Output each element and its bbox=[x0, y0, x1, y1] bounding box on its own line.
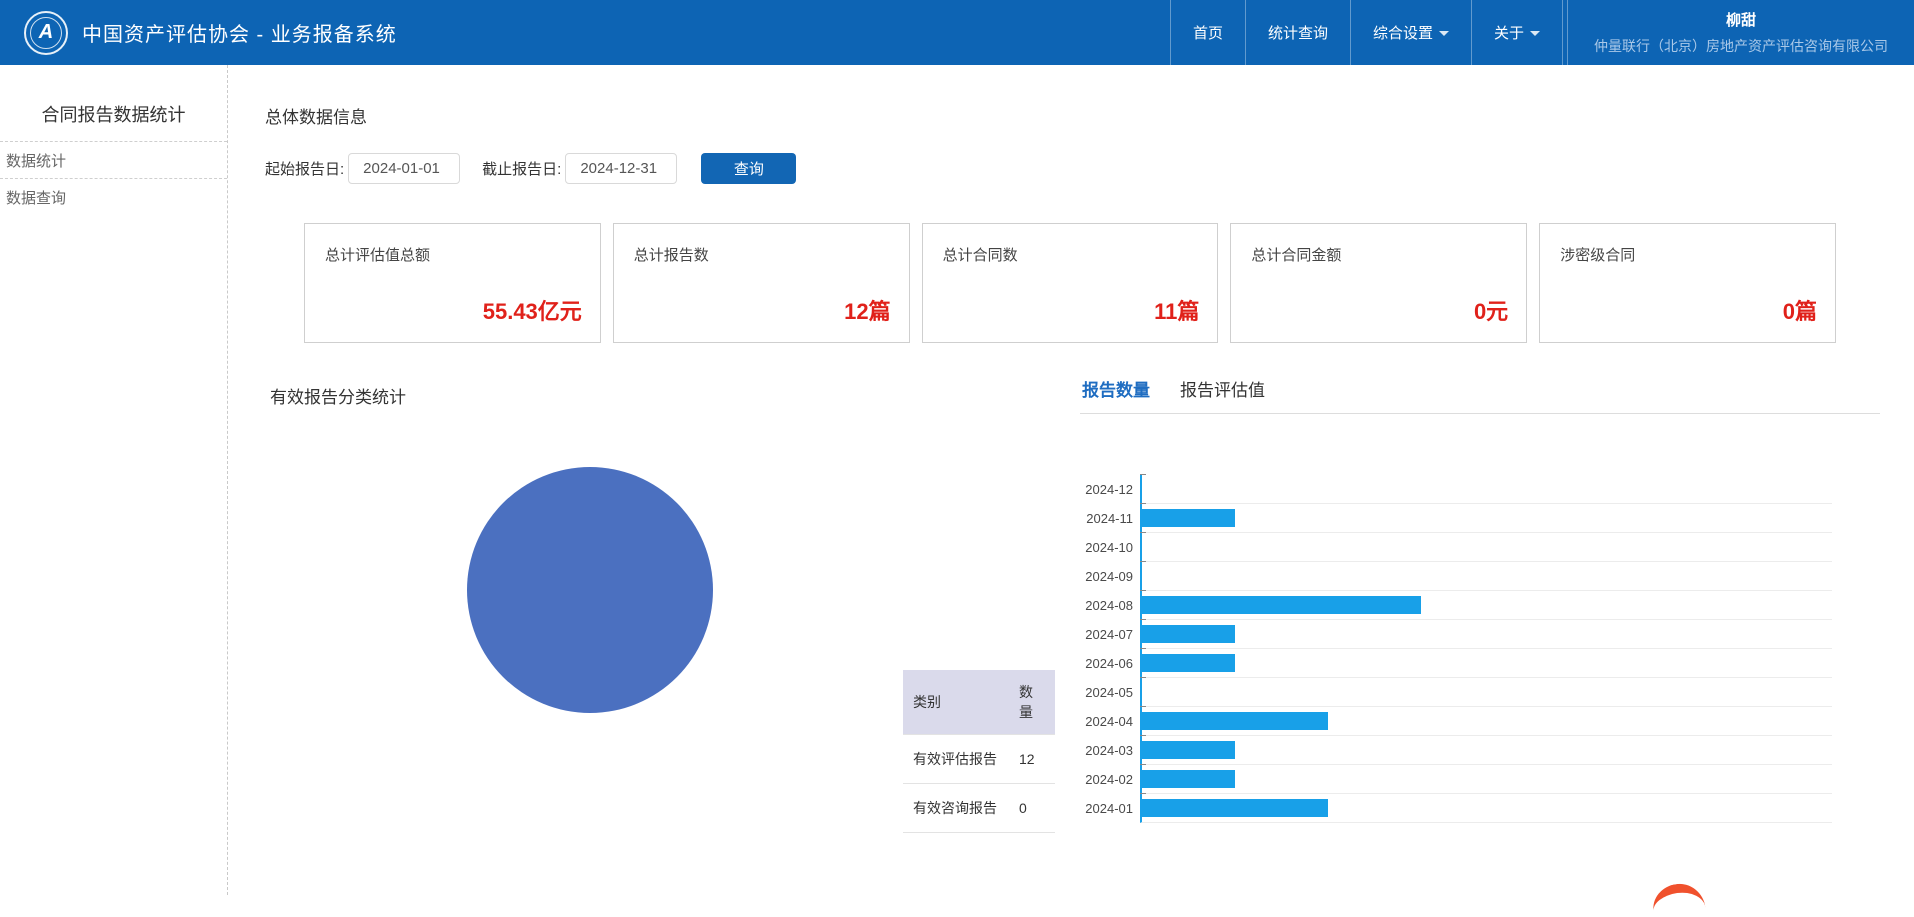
user-company: 仲量联行（北京）房地产资产评估咨询有限公司 bbox=[1594, 38, 1888, 54]
sidebar-item-data-statistics[interactable]: 数据统计 bbox=[0, 141, 227, 178]
sidebar-item-data-query[interactable]: 数据查询 bbox=[0, 178, 227, 215]
brand: A 中国资产评估协会 - 业务报备系统 bbox=[24, 0, 397, 65]
bar-row: 2024-10 bbox=[1080, 532, 1832, 562]
user-block[interactable]: 柳甜 仲量联行（北京）房地产资产评估咨询有限公司 bbox=[1567, 0, 1914, 65]
chart-tabs-wrap: 报告数量 报告评估值 bbox=[1080, 376, 1880, 414]
bar-row: 2024-06 bbox=[1080, 648, 1832, 678]
col-header-category: 类别 bbox=[903, 670, 1009, 735]
bar bbox=[1142, 509, 1235, 527]
report-classification-pie-chart bbox=[467, 467, 713, 713]
bar bbox=[1142, 625, 1235, 643]
nav-item-general-settings[interactable]: 综合设置 bbox=[1350, 0, 1471, 65]
stat-card-classified-contracts: 涉密级合同 0篇 bbox=[1539, 223, 1836, 343]
bar-row: 2024-05 bbox=[1080, 677, 1832, 707]
sidebar: 合同报告数据统计 数据统计 数据查询 bbox=[0, 65, 228, 895]
category-count-table: 类别 数量 有效评估报告 12 有效咨询报告 0 bbox=[903, 670, 1055, 833]
bar-row: 2024-09 bbox=[1080, 561, 1832, 591]
stat-card-total-contracts: 总计合同数 11篇 bbox=[921, 223, 1219, 343]
bar-row: 2024-01 bbox=[1080, 793, 1832, 823]
stat-value: 55.43亿元 bbox=[482, 299, 582, 324]
monthly-report-count-bar-chart: 2024-12 2024-11 2024-10 2024-09 2024-08 … bbox=[1080, 474, 1832, 823]
bar bbox=[1142, 596, 1421, 614]
sidebar-title: 合同报告数据统计 bbox=[41, 105, 186, 125]
stat-card-total-appraised-value: 总计评估值总额 55.43亿元 bbox=[304, 223, 601, 343]
nav-item-about[interactable]: 关于 bbox=[1471, 0, 1564, 65]
bar-row: 2024-02 bbox=[1080, 764, 1832, 794]
start-date-label: 起始报告日: bbox=[265, 161, 345, 178]
table-header-row: 类别 数量 bbox=[903, 670, 1055, 735]
stat-value: 12篇 bbox=[844, 299, 891, 324]
stat-card-total-reports: 总计报告数 12篇 bbox=[612, 223, 910, 343]
bar bbox=[1142, 654, 1235, 672]
tab-report-appraised-value[interactable]: 报告评估值 bbox=[1180, 376, 1265, 401]
caret-down-icon bbox=[1530, 31, 1541, 36]
date-filter-row: 起始报告日: 截止报告日: 查询 bbox=[265, 153, 797, 184]
bar bbox=[1142, 799, 1328, 817]
bar-row: 2024-08 bbox=[1080, 590, 1832, 620]
chart-tabs: 报告数量 报告评估值 bbox=[1080, 376, 1880, 413]
tab-report-count[interactable]: 报告数量 bbox=[1082, 376, 1150, 401]
bar bbox=[1142, 770, 1235, 788]
start-date-input[interactable] bbox=[348, 153, 461, 184]
user-name: 柳甜 bbox=[1725, 12, 1756, 29]
main-content: 总体数据信息 起始报告日: 截止报告日: 查询 总计评估值总额 55.43亿元 … bbox=[228, 65, 1914, 895]
col-header-count: 数量 bbox=[1009, 670, 1055, 735]
stat-value: 11篇 bbox=[1154, 299, 1200, 324]
valid-report-classification-title: 有效报告分类统计 bbox=[270, 388, 406, 407]
bar-row: 2024-07 bbox=[1080, 619, 1832, 649]
bar-row: 2024-11 bbox=[1080, 503, 1832, 533]
table-row: 有效咨询报告 0 bbox=[903, 783, 1055, 833]
overall-data-title: 总体数据信息 bbox=[265, 108, 367, 127]
app-title: 中国资产评估协会 - 业务报备系统 bbox=[82, 24, 397, 46]
association-logo-icon: A bbox=[24, 10, 68, 55]
bar-row: 2024-12 bbox=[1080, 474, 1832, 504]
main-nav: 首页 统计查询 综合设置 关于 bbox=[1170, 0, 1564, 65]
stat-value: 0篇 bbox=[1782, 299, 1817, 324]
nav-item-statistics-query[interactable]: 统计查询 bbox=[1245, 0, 1350, 65]
stat-value: 0元 bbox=[1473, 299, 1509, 324]
nav-item-home[interactable]: 首页 bbox=[1170, 0, 1245, 65]
bar bbox=[1142, 741, 1235, 759]
search-button[interactable]: 查询 bbox=[701, 153, 797, 184]
bar-row: 2024-04 bbox=[1080, 706, 1832, 736]
bar bbox=[1142, 712, 1328, 730]
table-row: 有效评估报告 12 bbox=[903, 734, 1055, 784]
stat-card-total-contract-amount: 总计合同金额 0元 bbox=[1230, 223, 1528, 343]
bar-row: 2024-03 bbox=[1080, 735, 1832, 765]
end-date-label: 截止报告日: bbox=[482, 161, 562, 178]
top-navbar: A 中国资产评估协会 - 业务报备系统 首页 统计查询 综合设置 关于 柳甜 仲… bbox=[0, 0, 1914, 65]
stat-cards-row: 总计评估值总额 55.43亿元 总计报告数 12篇 总计合同数 11篇 总计合同… bbox=[304, 223, 1836, 343]
end-date-input[interactable] bbox=[565, 153, 678, 184]
caret-down-icon bbox=[1439, 31, 1450, 36]
